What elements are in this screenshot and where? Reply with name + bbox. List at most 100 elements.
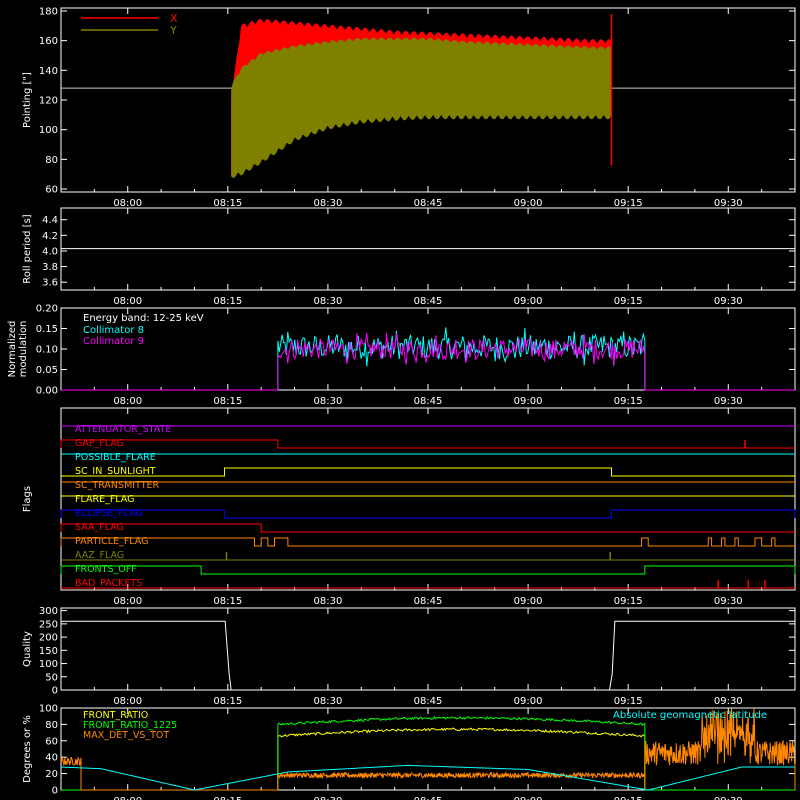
ratios-y-tick-label: 20 xyxy=(45,769,58,780)
modulation-y-axis-label: modulation xyxy=(18,321,29,378)
pointing-y-tick-label: 120 xyxy=(39,96,58,107)
modulation-x-tick-label: 08:00 xyxy=(113,396,142,407)
flags-frame xyxy=(60,407,796,591)
quality-y-tick-label: 50 xyxy=(45,672,58,683)
flag-row-sc-in-sunlight: SC_IN_SUNLIGHT xyxy=(61,466,795,477)
pointing-y-tick-label: 60 xyxy=(45,185,58,196)
roll-period-axes: 08:00 08:15 08:30 08:45 09:00 09:15 09:30 3.6 3.… xyxy=(22,207,796,307)
flag-trace-saa-flag xyxy=(60,523,795,533)
flag-row-eclipse-flag: ECLIPSE_FLAG xyxy=(60,508,796,519)
quality-x-tick-label: 08:15 xyxy=(213,696,242,707)
pointing-x-tick-label: 08:15 xyxy=(213,198,242,209)
quality-y-tick-label: 200 xyxy=(39,633,58,644)
flag-row-aaz-flag: AAZ_FLAG xyxy=(61,550,795,561)
quality-x-tick-label: 09:30 xyxy=(714,696,743,707)
flags-x-tick-label: 08:45 xyxy=(414,596,443,607)
quality-x-tick-label: 09:15 xyxy=(614,696,643,707)
roll-period-y-tick-label: 4.4 xyxy=(42,215,58,226)
ratios-y-tick-label: 60 xyxy=(45,736,58,747)
ratios-legend-geomagnetic-latitude: Absolute geomagnetic latitude xyxy=(613,710,767,721)
pointing-y-tick-label: 140 xyxy=(39,66,58,77)
quality-ylabel: Quality xyxy=(22,631,33,667)
flags-ylabel: Flags xyxy=(22,486,33,512)
quality-y-tick-label: 250 xyxy=(39,619,58,630)
ratios-x-tick-label: 08:15 xyxy=(213,796,242,800)
modulation-x-tick-label: 09:00 xyxy=(514,396,543,407)
flag-label-sc-transmitter: SC_TRANSMITTER xyxy=(75,480,160,491)
flag-trace-eclipse-flag xyxy=(60,509,796,519)
quality-frame xyxy=(60,607,796,691)
flag-label-gap-flag: GAP_FLAG xyxy=(75,438,124,449)
flag-label-sc-in-sunlight: SC_IN_SUNLIGHT xyxy=(75,466,156,477)
pointing-legend-label-Y: Y xyxy=(169,24,177,37)
flag-label-aaz-flag: AAZ_FLAG xyxy=(75,550,124,561)
flag-label-possible-flare: POSSIBLE_FLARE xyxy=(75,452,156,463)
flags-x-tick-label: 08:15 xyxy=(213,596,242,607)
modulation-line-collimator-8 xyxy=(61,327,795,391)
quality-x-tick-label: 08:30 xyxy=(313,696,342,707)
flag-label-eclipse-flag: ECLIPSE_FLAG xyxy=(75,508,143,519)
modulation-x-tick-label: 08:30 xyxy=(313,396,342,407)
roll-period-x-tick-label: 08:00 xyxy=(113,296,142,307)
ratios-y-tick-label: 40 xyxy=(45,753,58,764)
quality-x-tick-label: 08:00 xyxy=(113,696,142,707)
quicklook-plot-canvas: 08:00 08:15 08:30 08:45 09:00 09:15 09:30 60 80 1… xyxy=(7,6,796,800)
modulation-line-collimator-9 xyxy=(61,332,795,391)
roll-period-x-tick-label: 09:30 xyxy=(714,296,743,307)
modulation-y-tick-label: 0.10 xyxy=(36,345,58,356)
roll-period-x-tick-label: 08:30 xyxy=(313,296,342,307)
roll-period-x-tick-label: 09:00 xyxy=(514,296,543,307)
pointing-x-tick-label: 09:30 xyxy=(714,198,743,209)
ratios-x-tick-label: 08:45 xyxy=(414,796,443,800)
modulation-legend-collimator-8: Collimator 8 xyxy=(83,325,144,336)
modulation-x-tick-label: 08:45 xyxy=(414,396,443,407)
ratios-x-tick-label: 08:00 xyxy=(113,796,142,800)
pointing-ylabel: Pointing ["] xyxy=(22,72,33,128)
flag-trace-sc-in-sunlight xyxy=(61,467,795,477)
flags-y-axis-label: Flags xyxy=(22,486,33,512)
ratios-x-tick-label: 09:15 xyxy=(614,796,643,800)
ratios-x-tick-label: 09:30 xyxy=(714,796,743,800)
ratios-y-tick-label: 100 xyxy=(39,704,58,715)
quality-y-tick-label: 150 xyxy=(39,646,58,657)
flag-label-attenuator-state: ATTENUATOR_STATE xyxy=(75,424,171,435)
flag-trace-fronts-off xyxy=(60,565,796,575)
pointing-y-tick-label: 100 xyxy=(39,125,58,136)
ratios-ylabel: Degrees or % xyxy=(22,715,33,783)
flags-x-tick-label: 09:15 xyxy=(614,596,643,607)
ratios-y-axis-label: Degrees or % xyxy=(22,715,33,783)
modulation-ylabel: Normalized modulation xyxy=(7,321,29,378)
flag-row-flare-flag: FLARE_FLAG xyxy=(61,494,795,505)
modulation-x-tick-label: 08:15 xyxy=(213,396,242,407)
roll-period-y-axis-label: Roll period [s] xyxy=(22,214,33,283)
flag-label-particle-flag: PARTICLE_FLAG xyxy=(75,536,148,547)
pointing-x-tick-label: 08:30 xyxy=(313,198,342,209)
pointing-y-tick-label: 80 xyxy=(45,155,58,166)
hessi-quicklook-figure: 08:00 08:15 08:30 08:45 09:00 09:15 09:30 60 80 1… xyxy=(0,0,800,800)
ratios-x-tick-label: 08:30 xyxy=(313,796,342,800)
flag-row-fronts-off: FRONTS_OFF xyxy=(60,564,796,575)
flag-label-bad-packets: BAD_PACKETS xyxy=(75,578,142,589)
modulation-y-tick-label: 0.20 xyxy=(36,304,58,315)
roll-period-y-tick-label: 4.2 xyxy=(42,231,58,242)
roll-period-y-tick-label: 4.0 xyxy=(42,246,58,257)
pointing-band-Y xyxy=(231,37,612,178)
pointing-y-tick-label: 160 xyxy=(39,36,58,47)
modulation-y-tick-label: 0.05 xyxy=(36,365,58,376)
quality-y-tick-label: 100 xyxy=(39,659,58,670)
flags-x-tick-label: 09:30 xyxy=(714,596,743,607)
flag-row-sc-transmitter: SC_TRANSMITTER xyxy=(61,480,795,491)
pointing-series-Y: Y xyxy=(81,24,612,178)
quality-y-tick-label: 0 xyxy=(52,686,58,697)
flag-row-saa-flag: SAA_FLAG xyxy=(60,522,795,533)
flags-x-tick-label: 08:00 xyxy=(113,596,142,607)
pointing-x-tick-label: 08:00 xyxy=(113,198,142,209)
quality-y-axis-label: Quality xyxy=(22,631,33,667)
modulation-y-axis-label: Normalized xyxy=(7,321,18,378)
ratios-legend-max-det-vs-tot: MAX_DET_VS_TOT xyxy=(83,730,169,741)
quality-y-tick-label: 300 xyxy=(39,606,58,617)
flag-label-flare-flag: FLARE_FLAG xyxy=(75,494,135,505)
modulation-legend-collimator-9: Collimator 9 xyxy=(83,336,144,347)
roll-period-x-tick-label: 08:45 xyxy=(414,296,443,307)
roll-period-y-tick-label: 3.8 xyxy=(42,262,58,273)
